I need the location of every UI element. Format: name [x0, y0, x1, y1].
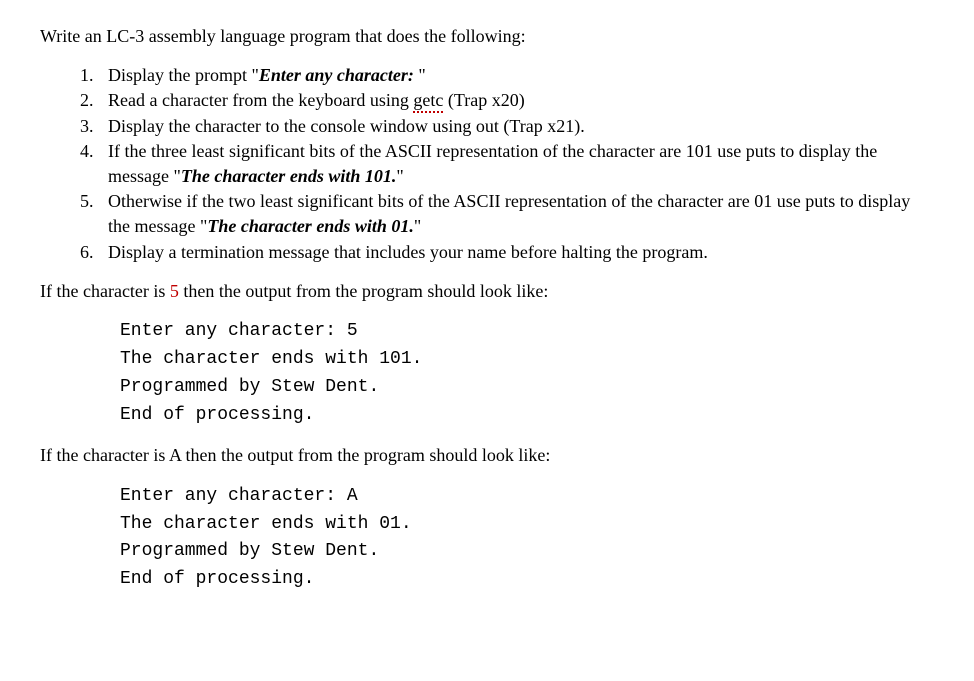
- req5-message: The character ends with 01.: [207, 216, 414, 236]
- req2-part-a: Read a character from the keyboard using: [108, 90, 413, 110]
- intro-text: Write an LC-3 assembly language program …: [40, 24, 934, 49]
- example2-lead: If the character is A then the output fr…: [40, 443, 934, 468]
- requirement-2: Read a character from the keyboard using…: [98, 88, 934, 113]
- example1-char: 5: [170, 281, 179, 301]
- req5-part-c: ": [414, 216, 421, 236]
- example2-char: A: [169, 445, 181, 465]
- req1-part-a: Display the prompt ": [108, 65, 259, 85]
- example2-lead-c: then the output from the program should …: [181, 445, 550, 465]
- example1-lead: If the character is 5 then the output fr…: [40, 279, 934, 304]
- example1-output: Enter any character: 5 The character end…: [120, 318, 934, 430]
- example1-lead-c: then the output from the program should …: [179, 281, 548, 301]
- requirement-3: Display the character to the console win…: [98, 114, 934, 139]
- req1-part-c: ": [414, 65, 426, 85]
- requirement-6: Display a termination message that inclu…: [98, 240, 934, 265]
- req2-getc: getc: [413, 90, 443, 113]
- requirements-list: Display the prompt "Enter any character:…: [40, 63, 934, 265]
- requirement-4: If the three least significant bits of t…: [98, 139, 934, 189]
- example2-lead-a: If the character is: [40, 445, 169, 465]
- req4-message: The character ends with 101.: [181, 166, 397, 186]
- example1-lead-a: If the character is: [40, 281, 170, 301]
- req4-part-c: ": [396, 166, 403, 186]
- requirement-5: Otherwise if the two least significant b…: [98, 189, 934, 239]
- requirement-1: Display the prompt "Enter any character:…: [98, 63, 934, 88]
- req2-part-c: (Trap x20): [443, 90, 524, 110]
- example2-output: Enter any character: A The character end…: [120, 483, 934, 595]
- req1-prompt-text: Enter any character:: [259, 65, 414, 85]
